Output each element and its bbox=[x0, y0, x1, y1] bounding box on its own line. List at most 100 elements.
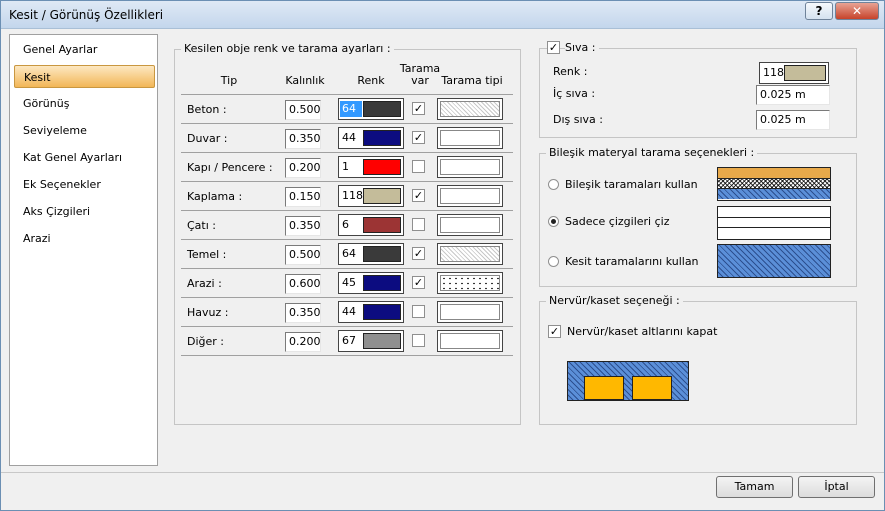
color-number: 64 bbox=[342, 247, 356, 260]
radio-kesit-taramalari-label[interactable]: Kesit taramalarını kullan bbox=[565, 255, 699, 268]
tarama-checkbox[interactable]: ✓ bbox=[412, 247, 425, 260]
pattern-preview bbox=[440, 159, 500, 175]
radio-bilesik-label[interactable]: Bileşik taramaları kullan bbox=[565, 178, 698, 191]
row-label: Çatı : bbox=[187, 219, 216, 232]
row-label: Diğer : bbox=[187, 335, 225, 348]
row-label: Kapı / Pencere : bbox=[187, 161, 273, 174]
siva-renk-label: Renk : bbox=[553, 65, 588, 78]
color-swatch bbox=[363, 333, 401, 349]
row-separator bbox=[181, 181, 513, 182]
close-button[interactable]: ✕ bbox=[835, 2, 879, 20]
nervur-checkbox[interactable]: ✓ bbox=[548, 325, 561, 338]
siva-color-number: 118 bbox=[763, 66, 784, 79]
row-separator bbox=[181, 239, 513, 240]
cancel-button[interactable]: İptal bbox=[798, 476, 875, 498]
pattern-picker[interactable] bbox=[437, 301, 503, 323]
pattern-picker[interactable] bbox=[437, 214, 503, 236]
tarama-checkbox[interactable] bbox=[412, 160, 425, 173]
thickness-input[interactable]: 0.600 bbox=[285, 274, 321, 294]
tarama-checkbox[interactable]: ✓ bbox=[412, 102, 425, 115]
color-picker[interactable]: 1 bbox=[338, 156, 404, 178]
thickness-input[interactable]: 0.350 bbox=[285, 129, 321, 149]
radio-kesit-taramalari[interactable] bbox=[548, 256, 559, 267]
col-header-tip: Tip bbox=[220, 74, 238, 87]
row-label: Duvar : bbox=[187, 132, 228, 145]
radio-bilesik[interactable] bbox=[548, 179, 559, 190]
radio-sadece-cizgiler[interactable] bbox=[548, 216, 559, 227]
pattern-preview bbox=[440, 130, 500, 146]
color-picker[interactable]: 64 bbox=[338, 243, 404, 265]
sidebar-item-2[interactable]: Görünüş bbox=[14, 92, 155, 115]
thickness-input[interactable]: 0.150 bbox=[285, 187, 321, 207]
sidebar-item-3[interactable]: Seviyeleme bbox=[14, 119, 155, 142]
color-swatch bbox=[363, 159, 401, 175]
sidebar-item-7[interactable]: Arazi bbox=[14, 227, 155, 250]
col-header-renk: Renk bbox=[357, 74, 385, 87]
pattern-preview bbox=[440, 246, 500, 262]
col-header-tarama-tipi: Tarama tipi bbox=[441, 74, 503, 87]
row-label: Temel : bbox=[187, 248, 227, 261]
thickness-input[interactable]: 0.500 bbox=[285, 100, 321, 120]
help-button[interactable]: ? bbox=[805, 2, 833, 20]
pattern-picker[interactable] bbox=[437, 156, 503, 178]
color-picker[interactable]: 45 bbox=[338, 272, 404, 294]
dis-siva-input[interactable]: 0.025 m bbox=[756, 110, 830, 130]
pattern-preview bbox=[440, 217, 500, 233]
color-picker[interactable]: 6 bbox=[338, 214, 404, 236]
sidebar-item-0[interactable]: Genel Ayarlar bbox=[14, 38, 155, 61]
pattern-preview bbox=[440, 275, 500, 291]
thickness-input[interactable]: 0.350 bbox=[285, 216, 321, 236]
color-number: 64 bbox=[340, 101, 362, 117]
ic-siva-label: İç sıva : bbox=[553, 87, 596, 100]
tarama-checkbox[interactable] bbox=[412, 218, 425, 231]
row-label: Beton : bbox=[187, 103, 227, 116]
tarama-checkbox[interactable] bbox=[412, 305, 425, 318]
ok-button[interactable]: Tamam bbox=[716, 476, 793, 498]
thickness-input[interactable]: 0.200 bbox=[285, 332, 321, 352]
sidebar-item-6[interactable]: Aks Çizgileri bbox=[14, 200, 155, 223]
pattern-preview bbox=[440, 101, 500, 117]
sidebar: Genel Ayarlar Kesit Görünüş Seviyeleme Kat G… bbox=[9, 34, 158, 466]
pattern-picker[interactable] bbox=[437, 185, 503, 207]
row-separator bbox=[181, 94, 513, 95]
color-picker[interactable]: 118 bbox=[338, 185, 404, 207]
thickness-input[interactable]: 0.350 bbox=[285, 303, 321, 323]
tarama-checkbox[interactable]: ✓ bbox=[412, 189, 425, 202]
sidebar-item-1[interactable]: Kesit bbox=[14, 65, 155, 88]
footer-divider bbox=[1, 472, 884, 473]
section-object-settings-label: Kesilen obje renk ve tarama ayarları : bbox=[181, 42, 394, 55]
color-swatch bbox=[363, 304, 401, 320]
color-number: 45 bbox=[342, 276, 356, 289]
color-swatch bbox=[363, 275, 401, 291]
color-picker[interactable]: 64 bbox=[338, 98, 404, 120]
row-separator bbox=[181, 297, 513, 298]
col-header-kalinlik: Kalınlık bbox=[285, 74, 325, 87]
color-picker[interactable]: 67 bbox=[338, 330, 404, 352]
title-bar: Kesit / Görünüş Özellikleri ? ✕ bbox=[1, 1, 884, 29]
sidebar-item-4[interactable]: Kat Genel Ayarları bbox=[14, 146, 155, 169]
row-label: Havuz : bbox=[187, 306, 229, 319]
thickness-input[interactable]: 0.200 bbox=[285, 158, 321, 178]
tarama-checkbox[interactable]: ✓ bbox=[412, 276, 425, 289]
tarama-checkbox[interactable] bbox=[412, 334, 425, 347]
color-swatch bbox=[363, 130, 401, 146]
siva-checkbox[interactable]: ✓ bbox=[547, 41, 560, 54]
siva-color-picker[interactable]: 118 bbox=[759, 62, 829, 84]
pattern-picker[interactable] bbox=[437, 127, 503, 149]
pattern-picker[interactable] bbox=[437, 272, 503, 294]
thickness-input[interactable]: 0.500 bbox=[285, 245, 321, 265]
pattern-picker[interactable] bbox=[437, 330, 503, 352]
nervur-checkbox-label[interactable]: Nervür/kaset altlarını kapat bbox=[567, 325, 717, 338]
tarama-checkbox[interactable]: ✓ bbox=[412, 131, 425, 144]
row-label: Arazi : bbox=[187, 277, 222, 290]
pattern-picker[interactable] bbox=[437, 243, 503, 265]
sidebar-item-5[interactable]: Ek Seçenekler bbox=[14, 173, 155, 196]
color-picker[interactable]: 44 bbox=[338, 127, 404, 149]
row-separator bbox=[181, 355, 513, 356]
radio-sadece-cizgiler-label[interactable]: Sadece çizgileri çiz bbox=[565, 215, 669, 228]
pattern-picker[interactable] bbox=[437, 98, 503, 120]
ic-siva-input[interactable]: 0.025 m bbox=[756, 85, 830, 105]
dis-siva-label: Dış sıva : bbox=[553, 113, 603, 126]
color-picker[interactable]: 44 bbox=[338, 301, 404, 323]
section-nervur-label: Nervür/kaset seçeneği : bbox=[546, 294, 683, 307]
